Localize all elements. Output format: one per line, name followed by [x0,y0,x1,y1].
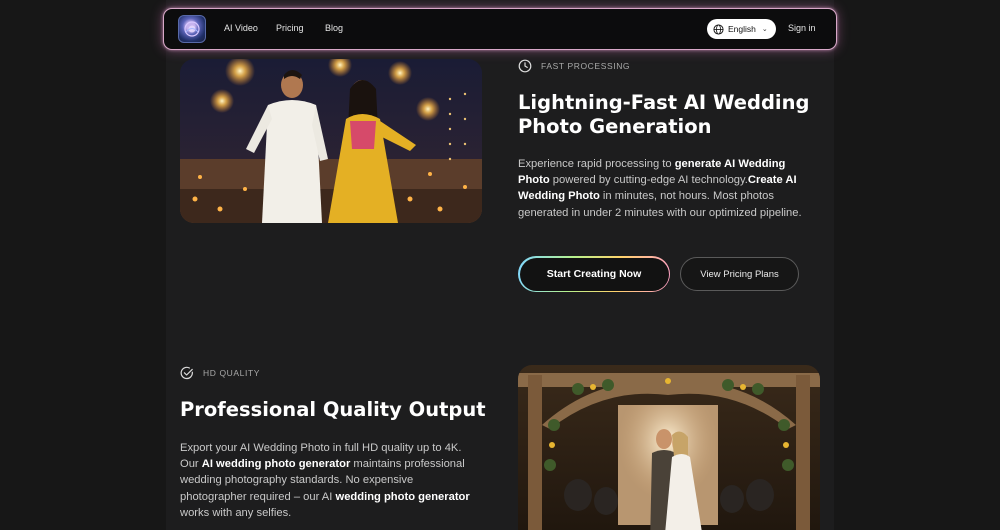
globe-icon [713,23,724,35]
sign-in-link[interactable]: Sign in [788,23,816,33]
view-pricing-button[interactable]: View Pricing Plans [680,257,799,291]
hd-quality-body: Export your AI Wedding Photo in full HD … [180,442,470,519]
start-creating-button[interactable]: Start Creating Now [518,256,670,292]
fast-processing-body: Experience rapid processing to generate … [518,158,802,219]
wedding-diwali-photo [180,59,482,223]
top-navbar: AI Video Pricing Blog English ⌄ Sign in [163,8,837,50]
barn-wedding-photo [518,365,820,530]
start-creating-label: Start Creating Now [519,257,669,291]
language-selector[interactable]: English ⌄ [707,19,776,39]
fast-processing-heading: Lightning-Fast AI Wedding Photo Generati… [518,91,810,138]
nav-link-blog[interactable]: Blog [325,23,343,33]
fast-processing-label: FAST PROCESSING [541,61,631,71]
nav-link-ai-video[interactable]: AI Video [224,23,258,33]
hd-quality-heading: Professional Quality Output [180,398,486,421]
clock-icon [518,59,532,73]
nav-link-pricing[interactable]: Pricing [276,23,304,33]
hd-quality-label: HD QUALITY [203,368,261,378]
chevron-down-icon: ⌄ [761,26,768,33]
fast-processing-tag: FAST PROCESSING [518,59,630,73]
hd-quality-tag: HD QUALITY [180,366,260,380]
app-logo-icon[interactable] [178,15,206,43]
check-circle-icon [180,366,193,380]
language-label: English [728,24,756,34]
